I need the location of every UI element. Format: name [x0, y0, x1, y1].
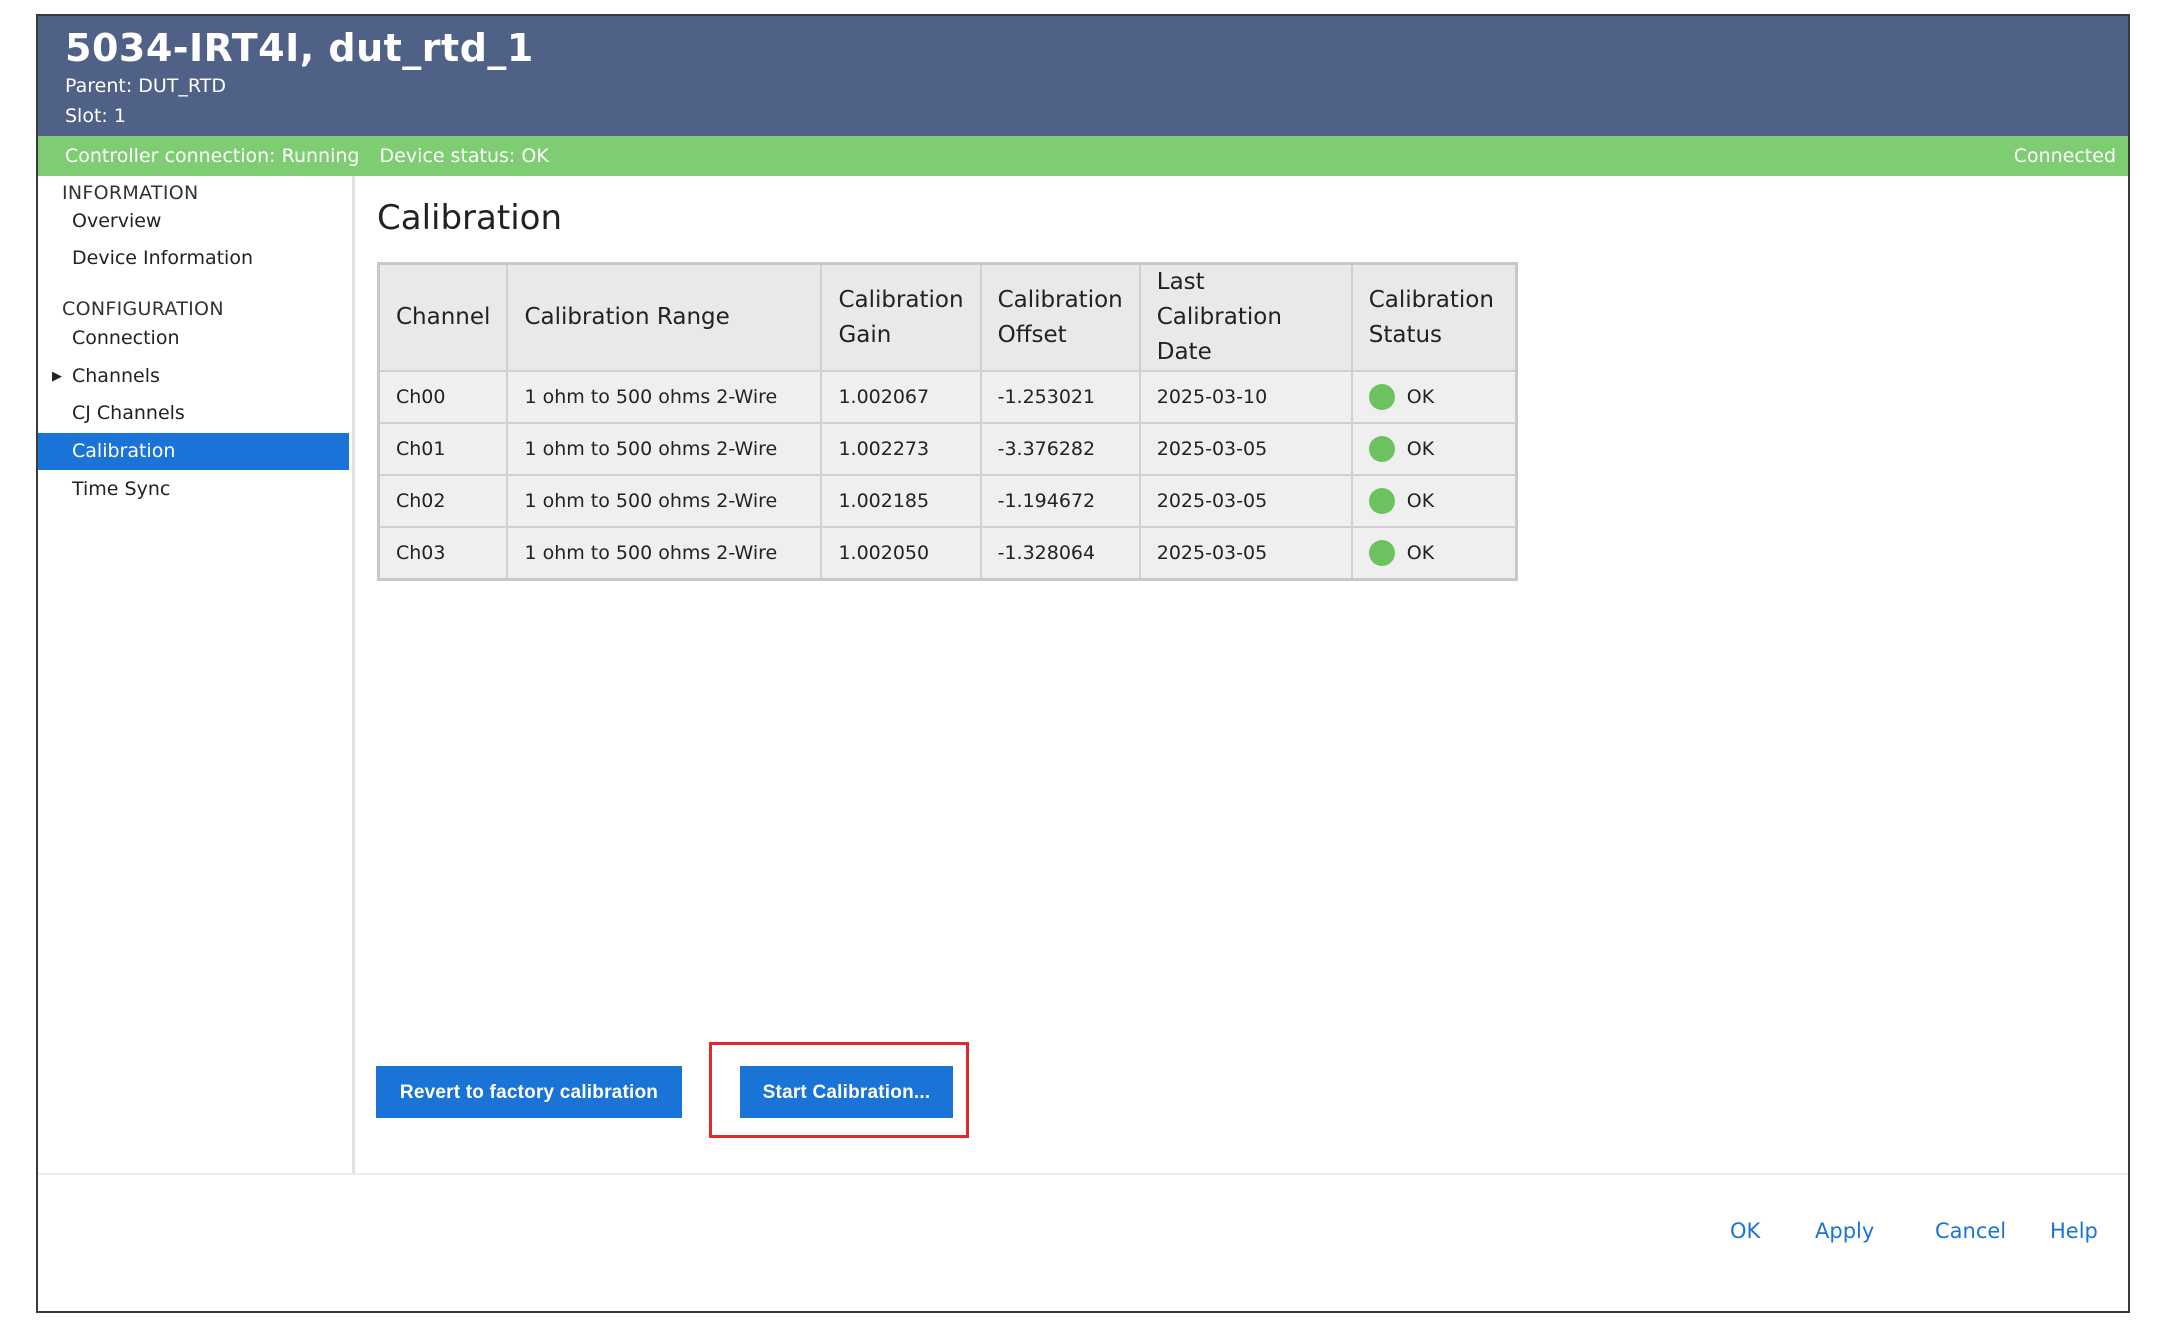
- apply-button[interactable]: Apply: [1815, 1219, 1874, 1243]
- status-text: OK: [1406, 542, 1435, 564]
- sidebar-item-time-sync[interactable]: Time Sync: [38, 471, 349, 508]
- sidebar-item-label: Connection: [72, 327, 180, 349]
- sidebar-item-device-information[interactable]: Device Information: [38, 240, 349, 277]
- ok-button[interactable]: OK: [1730, 1219, 1760, 1243]
- cell-channel: Ch00: [377, 370, 509, 424]
- slot-label: Slot: 1: [65, 105, 126, 127]
- sidebar-item-overview[interactable]: Overview: [38, 203, 349, 240]
- calibration-table: Channel Calibration Range Calibration Ga…: [377, 262, 1518, 581]
- sidebar-section-information: INFORMATION: [62, 182, 199, 204]
- status-text: OK: [1406, 490, 1435, 512]
- column-header-calibration-gain: Calibration Gain: [820, 262, 982, 372]
- module-title: 5034-IRT4I, dut_rtd_1: [65, 26, 534, 70]
- column-header-calibration-status: Calibration Status: [1350, 262, 1518, 372]
- properties-window: 5034-IRT4I, dut_rtd_1 Parent: DUT_RTD Sl…: [36, 14, 2130, 1313]
- status-ok-icon: [1368, 488, 1395, 514]
- main-content: Calibration Channel Calibration Range Ca…: [355, 176, 2128, 1173]
- sidebar-item-label: Channels: [72, 365, 160, 387]
- sidebar-item-connection[interactable]: Connection: [38, 320, 349, 357]
- cell-channel: Ch03: [377, 526, 509, 581]
- cell-status: OK: [1350, 474, 1518, 528]
- column-header-last-calibration-date: Last Calibration Date: [1138, 262, 1353, 372]
- cell-date: 2025-03-05: [1138, 422, 1353, 476]
- cell-range: 1 ohm to 500 ohms 2-Wire: [506, 474, 823, 528]
- column-header-calibration-range: Calibration Range: [506, 262, 823, 372]
- cell-status: OK: [1350, 370, 1518, 424]
- cell-offset: -3.376282: [979, 422, 1141, 476]
- cell-status: OK: [1350, 526, 1518, 581]
- page-title: Calibration: [377, 198, 562, 238]
- start-calibration-button[interactable]: Start Calibration...: [740, 1066, 953, 1118]
- status-text: OK: [1406, 438, 1435, 460]
- dialog-footer: OK Apply Cancel Help: [38, 1173, 2128, 1311]
- cell-gain: 1.002067: [820, 370, 982, 424]
- cancel-button[interactable]: Cancel: [1935, 1219, 2006, 1243]
- cell-offset: -1.194672: [979, 474, 1141, 528]
- cell-gain: 1.002185: [820, 474, 982, 528]
- cell-offset: -1.328064: [979, 526, 1141, 581]
- status-ok-icon: [1368, 436, 1395, 462]
- cell-channel: Ch02: [377, 474, 509, 528]
- cell-range: 1 ohm to 500 ohms 2-Wire: [506, 526, 823, 581]
- sidebar-item-label: Device Information: [72, 247, 254, 269]
- status-ok-icon: [1368, 384, 1395, 410]
- cell-date: 2025-03-10: [1138, 370, 1353, 424]
- cell-offset: -1.253021: [979, 370, 1141, 424]
- cell-gain: 1.002050: [820, 526, 982, 581]
- table-row[interactable]: Ch01 1 ohm to 500 ohms 2-Wire 1.002273 -…: [377, 422, 1518, 476]
- sidebar-item-label: Calibration: [72, 440, 176, 462]
- sidebar-nav: INFORMATION Overview Device Information …: [38, 176, 355, 1173]
- controller-connection-status: Controller connection: Running: [65, 145, 360, 167]
- sidebar-item-label: Time Sync: [72, 478, 171, 500]
- sidebar-item-channels[interactable]: ▶ Channels: [38, 358, 349, 395]
- table-row[interactable]: Ch02 1 ohm to 500 ohms 2-Wire 1.002185 -…: [377, 474, 1518, 528]
- sidebar-section-configuration: CONFIGURATION: [62, 298, 224, 320]
- table-header-row: Channel Calibration Range Calibration Ga…: [377, 262, 1518, 372]
- cell-range: 1 ohm to 500 ohms 2-Wire: [506, 370, 823, 424]
- column-header-calibration-offset: Calibration Offset: [979, 262, 1141, 372]
- cell-date: 2025-03-05: [1138, 474, 1353, 528]
- parent-label: Parent: DUT_RTD: [65, 75, 226, 97]
- cell-status: OK: [1350, 422, 1518, 476]
- table-row[interactable]: Ch00 1 ohm to 500 ohms 2-Wire 1.002067 -…: [377, 370, 1518, 424]
- cell-range: 1 ohm to 500 ohms 2-Wire: [506, 422, 823, 476]
- help-button[interactable]: Help: [2050, 1219, 2098, 1243]
- cell-gain: 1.002273: [820, 422, 982, 476]
- cell-date: 2025-03-05: [1138, 526, 1353, 581]
- status-text: OK: [1406, 386, 1435, 408]
- sidebar-item-cj-channels[interactable]: CJ Channels: [38, 395, 349, 432]
- status-ok-icon: [1368, 540, 1395, 566]
- connected-status: Connected: [2013, 145, 2116, 167]
- device-status: Device status: OK: [379, 145, 549, 167]
- sidebar-item-calibration[interactable]: Calibration: [38, 433, 349, 470]
- column-header-channel: Channel: [377, 262, 509, 372]
- window-header: 5034-IRT4I, dut_rtd_1 Parent: DUT_RTD Sl…: [38, 16, 2128, 136]
- status-bar: Controller connection: Running Device st…: [38, 136, 2128, 176]
- sidebar-item-label: Overview: [72, 210, 162, 232]
- cell-channel: Ch01: [377, 422, 509, 476]
- revert-factory-calibration-button[interactable]: Revert to factory calibration: [376, 1066, 682, 1118]
- expand-arrow-icon[interactable]: ▶: [52, 358, 62, 395]
- sidebar-item-label: CJ Channels: [72, 402, 185, 424]
- table-row[interactable]: Ch03 1 ohm to 500 ohms 2-Wire 1.002050 -…: [377, 526, 1518, 581]
